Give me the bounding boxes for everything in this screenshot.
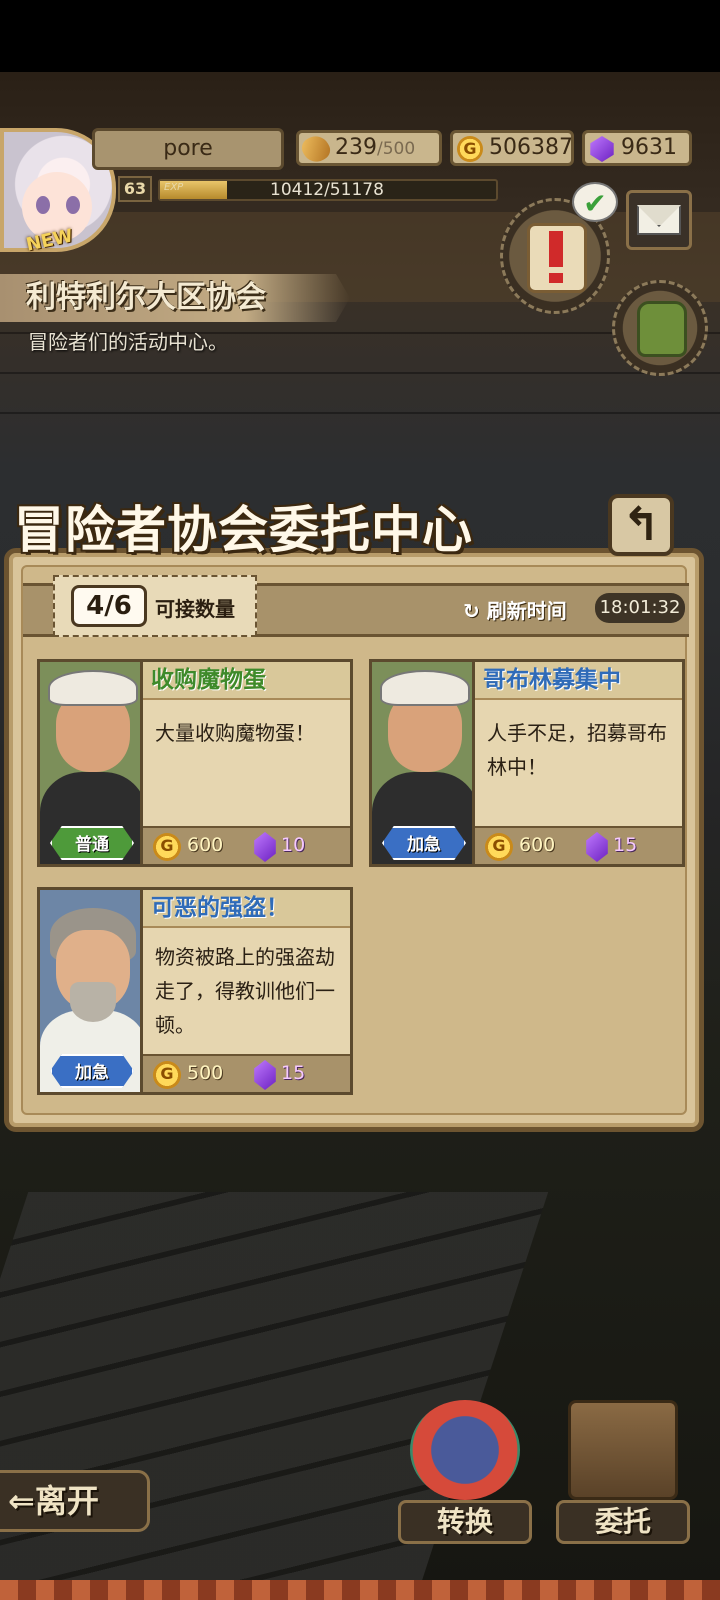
bottom-border (0, 1580, 720, 1600)
avatar-eye (66, 196, 80, 214)
reward-gold: 600 (187, 834, 224, 856)
exp-label: EXP (164, 182, 184, 193)
exclamation-icon (549, 231, 563, 267)
stamina-counter[interactable]: 239/500 (296, 130, 442, 167)
exp-bar: EXP 10412/51178 (158, 179, 498, 201)
npc-hat (48, 670, 138, 706)
player-name: pore (92, 128, 284, 170)
reward-gems: 15 (613, 834, 638, 856)
gem-icon (590, 136, 614, 162)
quest-card[interactable]: 加急 哥布林募集中 人手不足，招募哥布林中！ G 600 15 (369, 659, 685, 867)
npc-hat (380, 670, 470, 706)
commission-button[interactable]: 委托 (556, 1400, 690, 1550)
coin-icon: G (153, 1061, 181, 1089)
backpack-button[interactable] (612, 280, 708, 376)
quest-title: 哥布林募集中 (475, 662, 682, 700)
npc-portrait: 普通 (37, 659, 143, 867)
quest-content: 收购魔物蛋 大量收购魔物蛋！ G 600 10 (143, 659, 353, 867)
quest-description: 物资被路上的强盗劫走了，得教训他们一顿。 (155, 945, 335, 1037)
refresh-time: 18:01:32 (595, 593, 685, 623)
quest-title: 收购魔物蛋 (143, 662, 350, 700)
gem-icon (254, 832, 276, 862)
quest-description: 大量收购魔物蛋！ (155, 721, 315, 745)
stamina-value: 239 (335, 135, 377, 160)
commission-panel: 4/6 可接数量 ↻ 刷新时间 18:01:32 普通 收购魔物蛋 大量收购魔物… (4, 548, 704, 1132)
quest-card[interactable]: 普通 收购魔物蛋 大量收购魔物蛋！ G 600 10 (37, 659, 353, 867)
mail-button[interactable] (626, 190, 692, 250)
reward-gold: 500 (187, 1062, 224, 1084)
convert-icon (410, 1400, 520, 1500)
accept-count-label: 可接数量 (155, 597, 235, 621)
wall-line (0, 372, 720, 374)
quest-content: 可恶的强盗！ 物资被路上的强盗劫走了，得教训他们一顿。 G 500 15 (143, 887, 353, 1095)
panel-title: 冒险者协会委托中心 (14, 500, 473, 559)
npc-portrait: 加急 (37, 887, 143, 1095)
quest-title: 可恶的强盗！ (143, 890, 350, 928)
leave-button[interactable]: ⇐离开 (0, 1470, 150, 1532)
exp-text: 10412/51178 (270, 180, 384, 200)
quest-reward: G 600 15 (475, 826, 682, 864)
coin-icon: G (153, 833, 181, 861)
accept-count: 4/6 (71, 585, 147, 627)
quest-content: 哥布林募集中 人手不足，招募哥布林中！ G 600 15 (475, 659, 685, 867)
panel-inner: 4/6 可接数量 ↻ 刷新时间 18:01:32 普通 收购魔物蛋 大量收购魔物… (21, 565, 689, 1115)
player-level: 63 (118, 176, 152, 202)
reward-gems: 15 (281, 1062, 306, 1084)
normal-tag: 普通 (50, 826, 134, 860)
wall-line (0, 412, 720, 414)
bread-icon (298, 131, 334, 167)
avatar-eye (36, 196, 50, 214)
check-icon: ✔ (572, 182, 618, 222)
gold-counter[interactable]: G 506387 (450, 130, 574, 166)
gem-icon (254, 1060, 276, 1090)
refresh-label: ↻ 刷新时间 (463, 599, 567, 623)
quest-reward: G 500 15 (143, 1054, 350, 1092)
quest-reward: G 600 10 (143, 826, 350, 864)
urgent-tag: 加急 (382, 826, 466, 860)
location-title: 利特利尔大区协会 (26, 280, 266, 315)
convert-button[interactable]: 转换 (398, 1400, 532, 1550)
exclamation-dot (549, 273, 563, 283)
reward-gold: 600 (519, 834, 556, 856)
quest-card[interactable]: 加急 可恶的强盗！ 物资被路上的强盗劫走了，得教训他们一顿。 G 500 15 (37, 887, 353, 1095)
gold-value: 506387 (489, 135, 573, 160)
location-subtitle: 冒险者们的活动中心。 (28, 330, 228, 354)
status-bar (0, 0, 720, 72)
coin-icon: G (485, 833, 513, 861)
npc-beard (70, 982, 116, 1022)
urgent-tag: 加急 (50, 1054, 134, 1088)
gem-counter[interactable]: 9631 (582, 130, 692, 166)
stamina-max: /500 (377, 139, 416, 159)
reward-gems: 10 (281, 834, 306, 856)
convert-label: 转换 (398, 1500, 532, 1544)
gem-value: 9631 (621, 135, 677, 160)
npc-portrait: 加急 (369, 659, 475, 867)
notice-board-icon (568, 1400, 678, 1500)
backpack-icon (637, 301, 687, 357)
quest-description: 人手不足，招募哥布林中！ (487, 721, 667, 779)
commission-label: 委托 (556, 1500, 690, 1544)
coin-icon: G (457, 136, 483, 162)
back-button[interactable]: ↰ (608, 494, 674, 556)
gem-icon (586, 832, 608, 862)
